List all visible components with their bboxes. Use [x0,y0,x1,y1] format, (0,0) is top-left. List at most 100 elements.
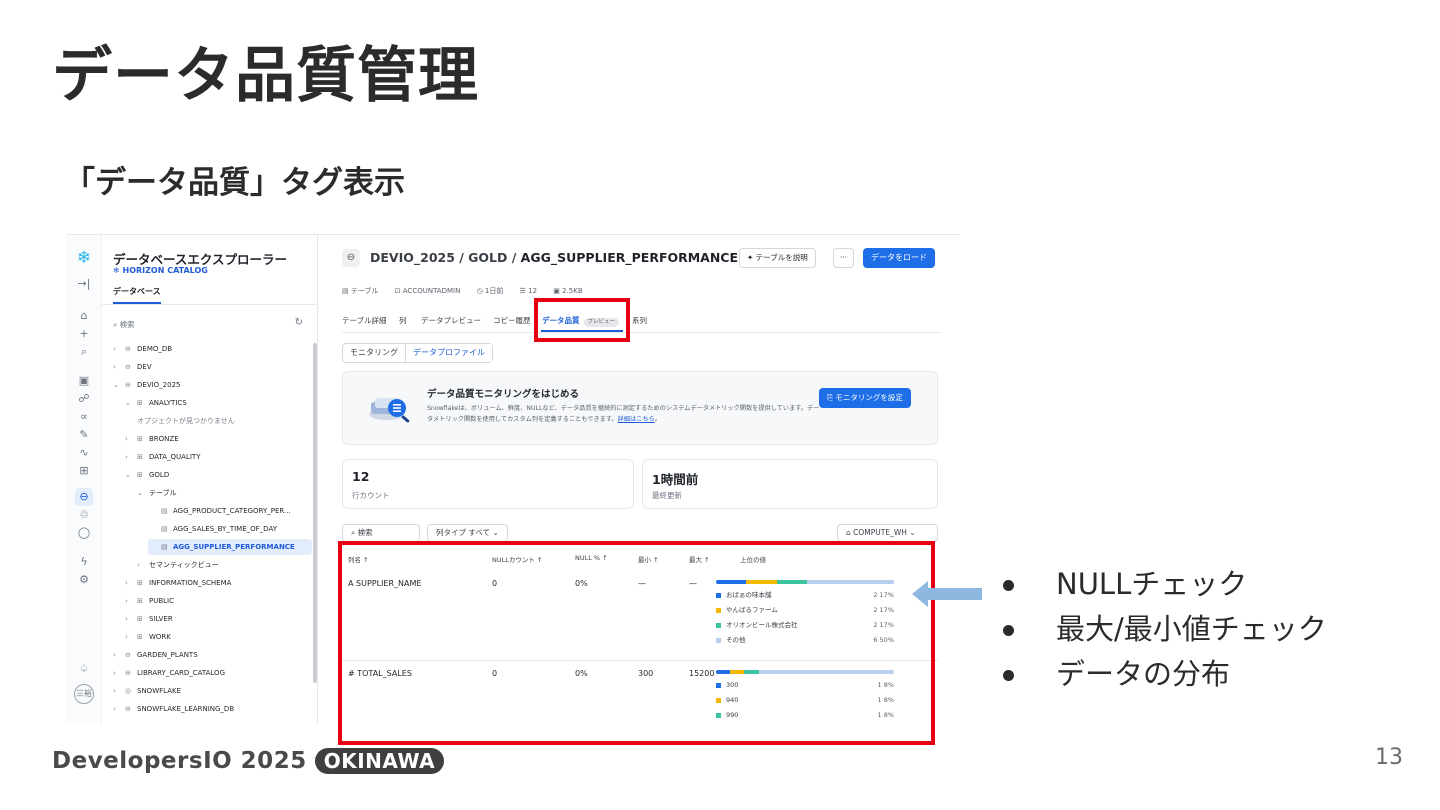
database-icon: ⊖ [125,651,131,659]
marketplace-icon[interactable]: ⊞ [75,462,93,480]
tree-item[interactable]: › ⊞ DATA_QUALITY [102,448,308,466]
catalog-icon[interactable]: ♲ [75,506,93,524]
tab-data-preview[interactable]: データプレビュー [421,315,481,326]
describe-table-button[interactable]: ✦ テーブルを説明 [739,248,816,268]
tab-databases[interactable]: データベース [113,286,161,304]
tab-columns[interactable]: 列 [399,315,407,326]
refresh-icon[interactable]: ↻ [295,317,303,328]
monitor-icon[interactable]: ∿ [75,444,93,462]
column-search-input[interactable]: ⌕ 検索 [342,524,420,542]
collapse-icon[interactable]: →| [75,275,93,293]
tree-item[interactable]: › ⊖ GARDEN_PLANTS [102,646,308,664]
tree-item[interactable]: › ⊖ DEV [102,358,308,376]
tree-item-label: SNOWFLAKE_LEARNING_DB [137,705,235,713]
tree-item[interactable]: › ⊞ BRONZE [102,430,308,448]
tree-item-label: DATA_QUALITY [149,453,201,461]
chevron-down-icon[interactable]: ⌄ [125,466,137,484]
tree-item-label: SNOWFLAKE [137,687,181,695]
tree-item[interactable]: ▤ AGG_SALES_BY_TIME_OF_DAY [102,520,308,538]
database-icon: ⊖ [125,345,131,353]
bell-icon[interactable]: ♤ [75,660,93,678]
share-icon[interactable]: ∝ [75,408,93,426]
chevron-right-icon[interactable]: › [113,664,125,682]
chevron-down-icon: ⌄ [490,528,499,537]
more-button[interactable]: ··· [833,248,855,268]
tree-item[interactable]: › ⊞ SILVER [102,610,308,628]
table-icon: ▤ [161,525,168,533]
chevron-right-icon[interactable]: › [113,358,125,376]
divider [102,304,318,305]
chevron-right-icon[interactable]: › [113,700,125,718]
tree-item[interactable]: › セマンティックビュー [102,556,308,574]
add-icon[interactable]: + [75,325,93,343]
icon-rail: ❄ →| ⌂ + ⌕ ▣ ☍ ∝ ✎ ∿ ⊞ ⊖ ♲ ◯ ϟ ⚙ ♤ 三裕 [66,235,102,724]
configure-monitoring-button[interactable]: ⎘ モニタリングを設定 [819,388,911,408]
tree-item-label: GARDEN_PLANTS [137,651,198,659]
segment-monitoring[interactable]: モニタリング [343,344,405,362]
tree-item[interactable]: › ⊞ PUBLIC [102,592,308,610]
tree-item-label: INFORMATION_SCHEMA [149,579,232,587]
avatar[interactable]: 三裕 [74,684,94,704]
chevron-right-icon[interactable]: › [125,628,137,646]
shield-icon[interactable]: ◯ [75,524,93,542]
home-icon[interactable]: ⌂ [75,307,93,325]
chevron-right-icon[interactable]: › [113,646,125,664]
compute-icon[interactable]: ϟ [75,553,93,571]
chevron-right-icon[interactable]: › [113,340,125,358]
last-updated-card: 1時間前 最終更新 [642,459,938,509]
chevron-right-icon[interactable]: › [125,430,137,448]
schema-icon: ⊞ [137,399,143,407]
tab-copy-history[interactable]: コピー履歴 [493,315,531,326]
explorer-scrollbar[interactable] [313,343,317,683]
tree-item[interactable]: › ◎ SNOWFLAKE [102,682,308,700]
load-data-button[interactable]: データをロード [863,248,935,268]
chevron-down-icon[interactable]: ⌄ [137,484,149,502]
tree-item[interactable]: ▤ AGG_SUPPLIER_PERFORMANCE [102,538,312,556]
tab-table-details[interactable]: テーブル詳細 [342,315,387,326]
tree-item[interactable]: ⌄ ⊞ ANALYTICS [102,394,308,412]
tree-item-label: WORK [149,633,171,641]
tree-item[interactable]: ⌄ ⊞ GOLD [102,466,308,484]
chevron-right-icon[interactable]: › [125,610,137,628]
table-icon: ▤ [161,507,168,515]
projects-icon[interactable]: ▣ [75,372,93,390]
object-breadcrumb: DEVIO_2025 / GOLD / AGG_SUPPLIER_PERFORM… [370,250,739,265]
segment-data-profile[interactable]: データプロファイル [405,344,492,362]
tree-item[interactable]: › ⊖ LIBRARY_CARD_CATALOG [102,664,308,682]
tab-lineage[interactable]: 系列 [632,315,647,326]
sparkle-icon: ✦ [747,253,756,262]
tree-item[interactable]: ▤ AGG_PRODUCT_CATEGORY_PER... [102,502,308,520]
warehouse-selector[interactable]: ⌂ COMPUTE_WH ⌄ [837,524,938,542]
tree-item[interactable]: ⌄ ⊖ DEVIO_2025 [102,376,308,394]
chevron-down-icon[interactable]: ⌄ [113,376,125,394]
chevron-right-icon[interactable]: › [125,448,137,466]
admin-gear-icon[interactable]: ⚙ [75,571,93,589]
chevron-down-icon[interactable]: ⌄ [125,394,137,412]
chevron-right-icon[interactable]: › [137,556,149,574]
ai-icon[interactable]: ☍ [75,390,93,408]
search-icon: ⌕ [351,528,358,537]
search-icon[interactable]: ⌕ [75,343,93,361]
quality-segmented-control: モニタリング データプロファイル [342,343,493,363]
tree-item[interactable]: オブジェクトが見つかりません [102,412,308,430]
transform-icon[interactable]: ✎ [75,426,93,444]
chevron-down-icon: ⌄ [906,528,916,537]
explorer-search-input[interactable]: ⌕ 検索 ↻ [113,317,303,330]
schema-icon: ⊞ [137,615,143,623]
schema-icon: ⊞ [137,597,143,605]
chevron-right-icon[interactable]: › [125,592,137,610]
database-icon[interactable]: ⊖ [75,488,93,506]
row-count-card: 12 行カウント [342,459,634,509]
tree-item[interactable]: › ⊞ INFORMATION_SCHEMA [102,574,308,592]
tree-item-label: AGG_SALES_BY_TIME_OF_DAY [173,525,277,533]
database-icon: ⊖ [125,363,131,371]
tree-item[interactable]: › ⊖ DEMO_DB [102,340,308,358]
chevron-right-icon[interactable]: › [113,682,125,700]
column-type-filter[interactable]: 列タイプ すべて ⌄ [427,524,508,542]
learn-more-link[interactable]: 詳細はこちら [618,416,655,423]
tree-item[interactable]: › ⊞ WORK [102,628,308,646]
chevron-right-icon[interactable]: › [125,574,137,592]
tree-item[interactable]: › ⊖ SNOWFLAKE_LEARNING_DB [102,700,308,718]
tree-item[interactable]: ⌄ テーブル [102,484,308,502]
table-meta: ▤ テーブル ⊡ ACCOUNTADMIN ◷ 1日前 ☰ 12 ▣ 2.5KB [342,286,597,296]
